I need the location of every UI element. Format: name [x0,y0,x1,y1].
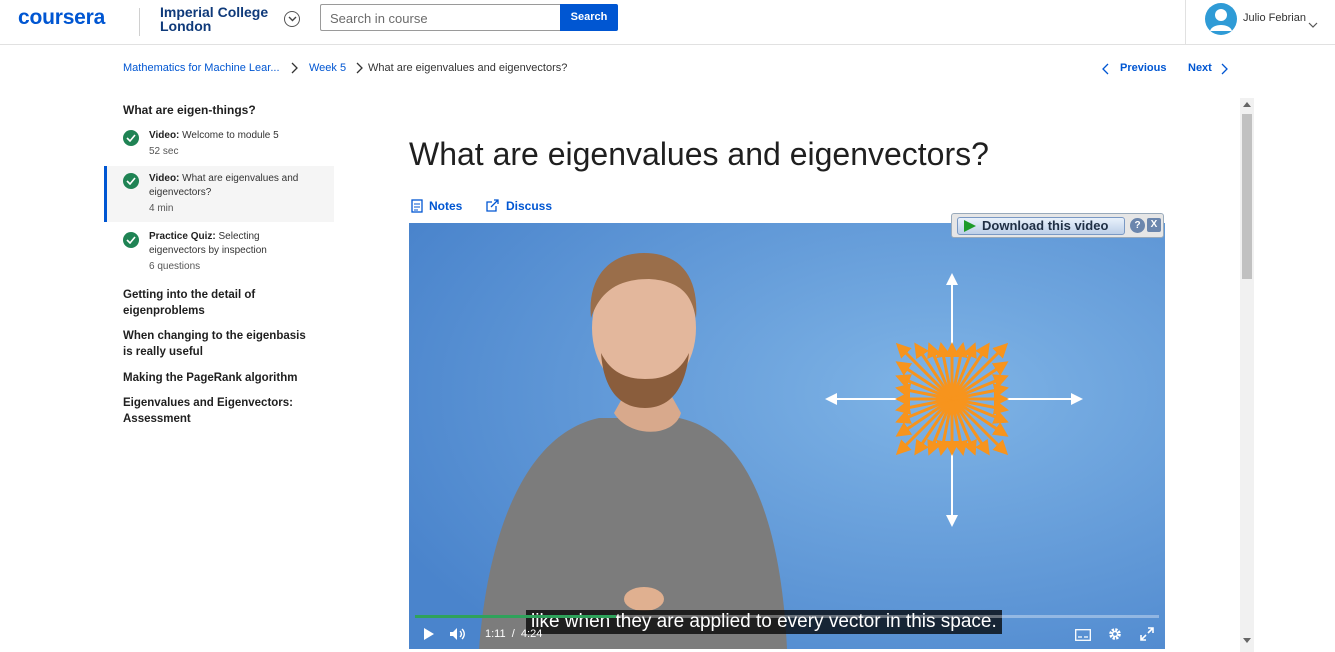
subtitles-icon[interactable] [1075,628,1091,646]
item-meta: 6 questions [149,261,201,272]
scroll-up-arrow-icon[interactable] [1243,102,1251,107]
notes-button[interactable]: Notes [429,199,462,213]
breadcrumb-week[interactable]: Week 5 [309,62,346,74]
sidebar-item-practice-quiz[interactable]: Practice Quiz: Selecting eigenvectors by… [104,229,334,275]
previous-chevron-icon[interactable] [1102,62,1110,80]
sidebar-item-text: Practice Quiz: Selecting eigenvectors by… [149,230,284,274]
breadcrumb-chevron-icon [355,61,363,79]
page-scrollbar[interactable] [1240,98,1254,652]
next-button[interactable]: Next [1188,62,1212,74]
sidebar-item-text: Video: What are eigenvalues and eigenvec… [149,172,309,216]
item-meta: 52 sec [149,146,179,157]
sidebar-item-text: Video: Welcome to module 5 52 sec [149,129,309,159]
sidebar-lesson[interactable]: Eigenvalues and Eigenvectors: Assessment [123,395,308,427]
partner-line2: London [160,18,212,34]
item-meta: 4 min [149,203,174,214]
video-progress-fill [415,615,616,618]
video-caption: like when they are applied to every vect… [526,610,1002,634]
duration: 4:24 [520,628,543,640]
breadcrumb-chevron-icon [290,61,298,79]
avatar-icon[interactable] [1205,3,1237,35]
sidebar-item-welcome[interactable]: Video: Welcome to module 5 52 sec [104,127,334,163]
item-title: Welcome to module 5 [182,130,279,141]
fullscreen-icon[interactable] [1140,627,1154,646]
scrollbar-thumb[interactable] [1242,114,1252,279]
completed-check-icon [123,232,139,248]
breadcrumb-current: What are eigenvalues and eigenvectors? [368,62,568,74]
search-button[interactable]: Search [560,4,618,31]
user-name[interactable]: Julio Febrian [1243,12,1306,24]
completed-check-icon [123,130,139,146]
download-toolbar: Download this video ? X [951,213,1164,238]
partner-line1: Imperial College [160,4,269,20]
top-header: coursera Imperial College London Search … [0,0,1335,45]
sidebar-lesson[interactable]: Getting into the detail of eigenproblems [123,287,303,319]
previous-button[interactable]: Previous [1120,62,1166,74]
current-time: 1:11 [485,628,506,640]
item-type: Practice Quiz: [149,231,216,242]
user-menu-chevron-icon[interactable] [1308,15,1318,33]
video-frame [409,223,1165,649]
play-icon[interactable] [423,627,435,646]
video-time: 1:11 / 4:24 [485,628,542,640]
page-title: What are eigenvalues and eigenvectors? [409,136,989,172]
sidebar-lesson[interactable]: Making the PageRank algorithm [123,370,323,386]
item-type: Video: [149,130,180,141]
coursera-logo[interactable]: coursera [18,6,105,30]
item-type: Video: [149,173,180,184]
sidebar-section-title[interactable]: What are eigen-things? [123,103,256,117]
scroll-down-arrow-icon[interactable] [1243,638,1251,643]
discuss-button[interactable]: Discuss [506,199,552,213]
sidebar-item-current-video[interactable]: Video: What are eigenvalues and eigenvec… [104,166,334,222]
external-link-icon[interactable] [486,199,499,217]
download-play-icon [964,220,976,232]
completed-check-icon [123,173,139,189]
sidebar-lesson[interactable]: When changing to the eigenbasis is reall… [123,328,318,360]
download-help-icon[interactable]: ? [1130,218,1145,233]
notes-icon[interactable] [411,199,423,218]
download-close-icon[interactable]: X [1147,218,1161,232]
partner-dropdown-icon[interactable] [284,11,300,27]
video-player[interactable]: like when they are applied to every vect… [409,223,1165,649]
volume-icon[interactable] [449,627,467,646]
settings-gear-icon[interactable] [1108,627,1122,646]
header-divider [1185,0,1186,45]
search-input[interactable]: Search in course [320,4,560,31]
next-chevron-icon[interactable] [1220,62,1228,80]
partner-logo[interactable]: Imperial College London [160,5,268,33]
video-progress-bar[interactable] [415,615,1159,618]
breadcrumb-course[interactable]: Mathematics for Machine Lear... [123,62,280,74]
download-video-button[interactable]: Download this video [957,217,1125,235]
download-label: Download this video [982,218,1109,233]
logo-divider [139,8,140,36]
time-separator: / [511,628,515,640]
